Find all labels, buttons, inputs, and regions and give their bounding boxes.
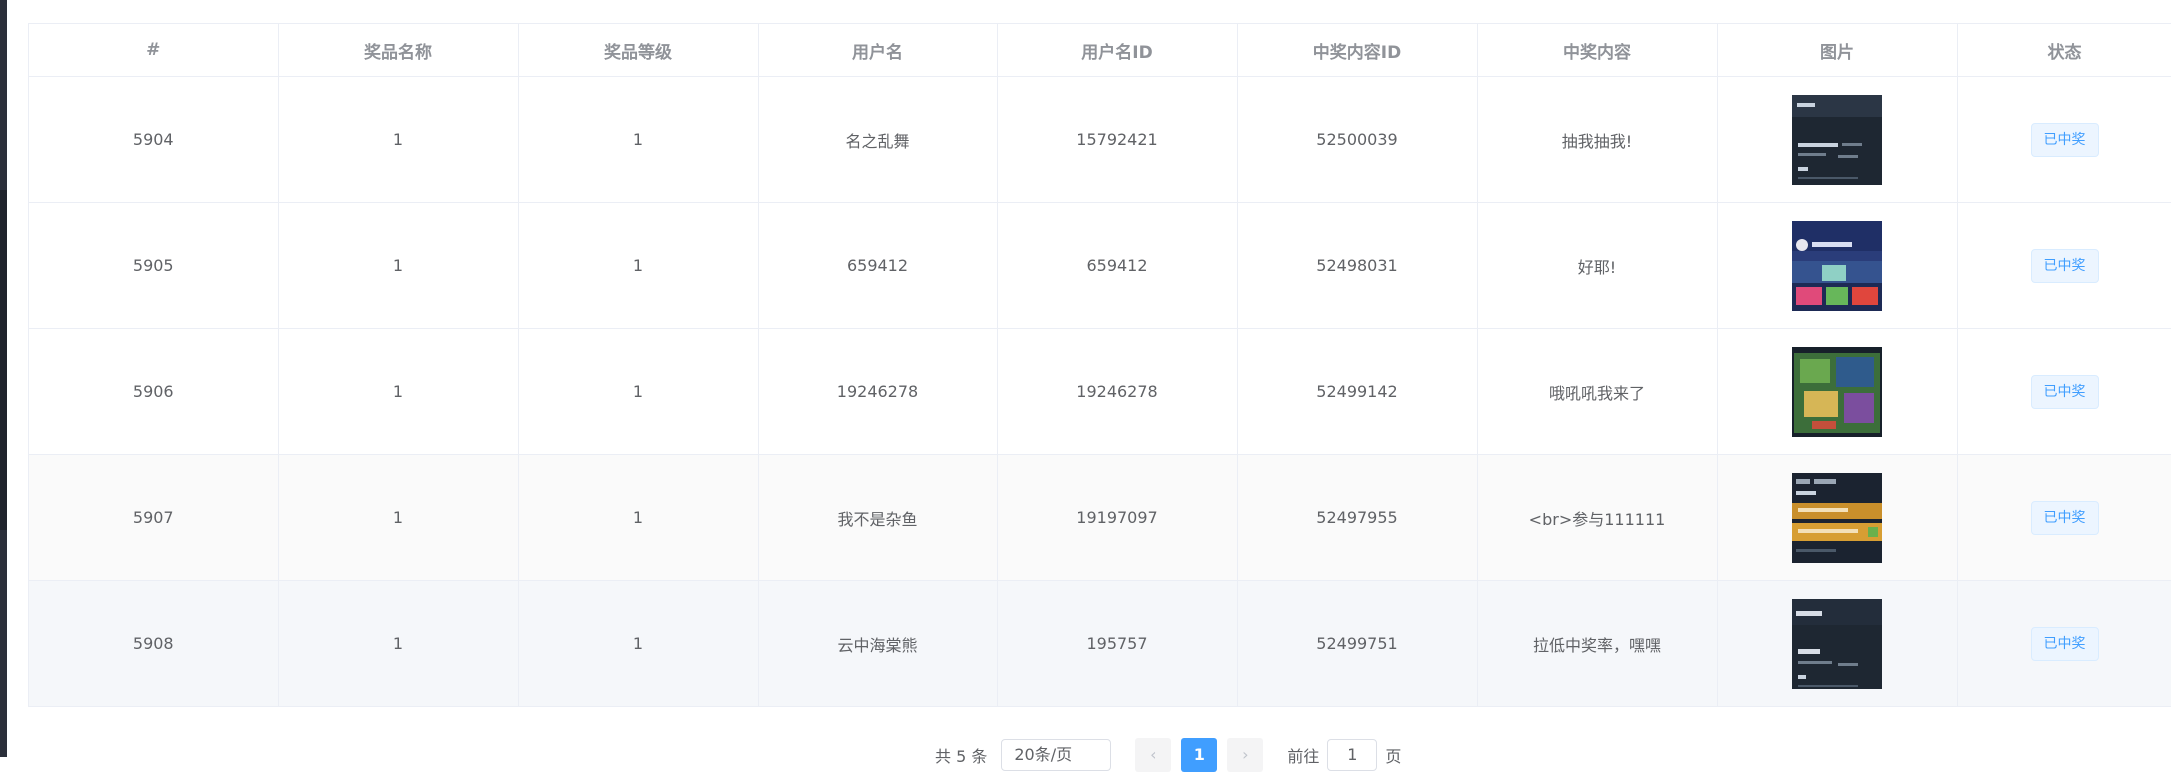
cell-content-id: 52497955 (1237, 454, 1478, 581)
cell-image (1717, 328, 1958, 455)
cell-index: 5907 (29, 454, 279, 581)
cell-prize-name: 1 (278, 202, 519, 329)
cell-image (1717, 202, 1958, 329)
next-page-button[interactable]: › (1227, 738, 1264, 772)
table-row: 5904 1 1 名之乱舞 15792421 52500039 抽我抽我! 已中… (29, 76, 2171, 203)
cell-user-id: 195757 (997, 580, 1238, 707)
table-row: 5905 1 1 659412 659412 52498031 好耶! 已中奖 (29, 202, 2171, 329)
cell-prize-name: 1 (278, 76, 519, 203)
cell-username: 云中海棠熊 (758, 580, 998, 707)
table-row: 5908 1 1 云中海棠熊 195757 52499751 拉低中奖率，嘿嘿 (29, 580, 2171, 707)
cell-content-id: 52499142 (1237, 328, 1478, 455)
page-number-current[interactable]: 1 (1181, 738, 1218, 772)
cell-username: 名之乱舞 (758, 76, 998, 203)
status-badge: 已中奖 (2030, 500, 2099, 535)
table-row: 5907 1 1 我不是杂鱼 19197097 52497955 <br>参与1… (29, 454, 2171, 581)
cell-content-id: 52498031 (1237, 202, 1478, 329)
cell-prize-name: 1 (278, 328, 519, 455)
cell-prize-level: 1 (518, 76, 759, 203)
cell-index: 5905 (29, 202, 279, 329)
cell-status: 已中奖 (1957, 202, 2171, 329)
cell-content: 好耶! (1477, 202, 1718, 329)
cell-user-id: 19197097 (997, 454, 1238, 581)
column-header-image: 图片 (1717, 24, 1958, 77)
column-header-status: 状态 (1957, 24, 2171, 77)
cell-image (1717, 76, 1958, 203)
cell-user-id: 19246278 (997, 328, 1238, 455)
status-badge: 已中奖 (2030, 248, 2099, 283)
cell-user-id: 659412 (997, 202, 1238, 329)
column-header-content: 中奖内容 (1477, 24, 1718, 77)
status-badge: 已中奖 (2030, 122, 2099, 157)
cell-content: 抽我抽我! (1477, 76, 1718, 203)
status-badge: 已中奖 (2030, 626, 2099, 661)
cell-prize-level: 1 (518, 580, 759, 707)
cell-user-id: 15792421 (997, 76, 1238, 203)
cell-username: 659412 (758, 202, 998, 329)
prize-table: # 奖品名称 奖品等级 用户名 用户名ID 中奖内容ID 中奖内容 图片 状态 … (28, 23, 2171, 707)
column-header-user-id: 用户名ID (997, 24, 1238, 77)
cell-index: 5904 (29, 76, 279, 203)
cell-content-id: 52499751 (1237, 580, 1478, 707)
goto-label: 前往 (1287, 747, 1320, 766)
chevron-left-icon: ‹ (1150, 745, 1157, 764)
table-header-row: # 奖品名称 奖品等级 用户名 用户名ID 中奖内容ID 中奖内容 图片 状态 (29, 24, 2171, 77)
chevron-right-icon: › (1242, 745, 1249, 764)
column-header-content-id: 中奖内容ID (1237, 24, 1478, 77)
screenshot-thumbnail[interactable] (1792, 94, 1882, 185)
cell-username: 19246278 (758, 328, 998, 455)
cell-prize-level: 1 (518, 202, 759, 329)
column-header-prize-level: 奖品等级 (518, 24, 759, 77)
cell-content: 哦吼吼我来了 (1477, 328, 1718, 455)
column-header-username: 用户名 (758, 24, 998, 77)
screenshot-thumbnail[interactable] (1792, 346, 1882, 437)
cell-index: 5908 (29, 580, 279, 707)
cell-prize-name: 1 (278, 454, 519, 581)
table-row: 5906 1 1 19246278 19246278 52499142 哦吼吼我… (29, 328, 2171, 455)
goto-page-input[interactable]: 1 (1327, 739, 1378, 771)
cell-content: 拉低中奖率，嘿嘿 (1477, 580, 1718, 707)
cell-prize-level: 1 (518, 454, 759, 581)
screenshot-thumbnail[interactable] (1792, 598, 1882, 689)
pagination: 共 5 条 20条/页 ‹ 1 › 前往 1 页 (935, 738, 1401, 772)
cell-username: 我不是杂鱼 (758, 454, 998, 581)
prev-page-button[interactable]: ‹ (1135, 738, 1172, 772)
column-header-prize-name: 奖品名称 (278, 24, 519, 77)
cell-image (1717, 454, 1958, 581)
goto-suffix: 页 (1385, 747, 1402, 766)
cell-prize-name: 1 (278, 580, 519, 707)
column-header-index: # (29, 24, 279, 77)
cell-image (1717, 580, 1958, 707)
screenshot-thumbnail[interactable] (1792, 472, 1882, 563)
cell-content-id: 52500039 (1237, 76, 1478, 203)
screenshot-thumbnail[interactable] (1792, 220, 1882, 311)
cell-index: 5906 (29, 328, 279, 455)
status-badge: 已中奖 (2030, 374, 2099, 409)
cell-content: <br>参与111111 (1477, 454, 1718, 581)
cell-status: 已中奖 (1957, 454, 2171, 581)
pagination-total: 共 5 条 (935, 747, 988, 766)
cell-status: 已中奖 (1957, 76, 2171, 203)
page-size-select[interactable]: 20条/页 (1001, 739, 1112, 771)
cell-prize-level: 1 (518, 328, 759, 455)
cell-status: 已中奖 (1957, 328, 2171, 455)
cell-status: 已中奖 (1957, 580, 2171, 707)
sidebar-edge (0, 0, 7, 757)
